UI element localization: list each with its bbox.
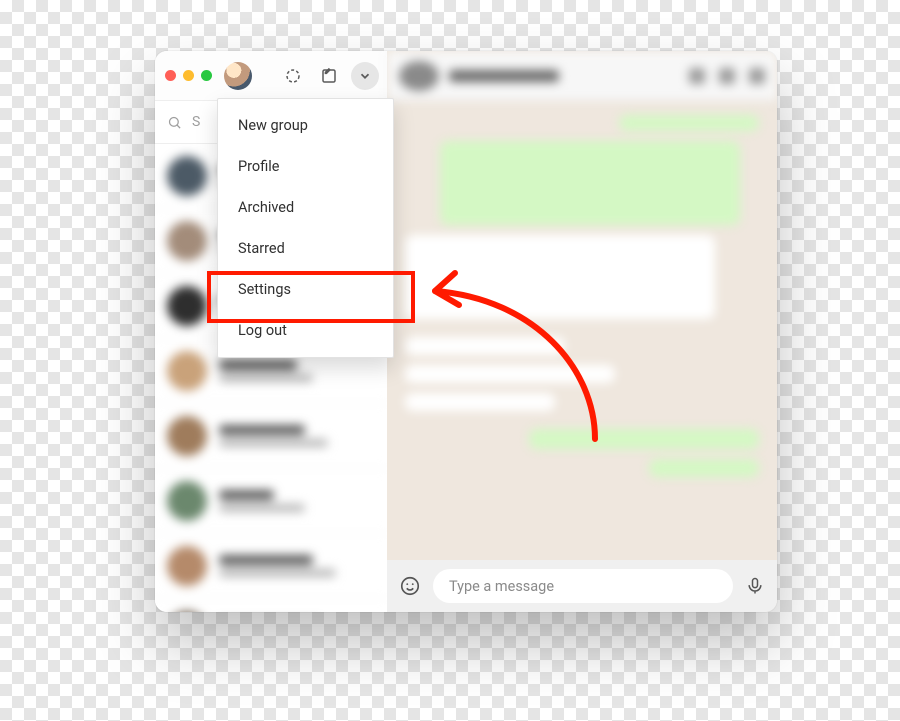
menu-item-new-group[interactable]: New group (218, 105, 393, 146)
message-placeholder: Type a message (449, 578, 554, 595)
chat-avatar (167, 351, 207, 391)
message-in (405, 235, 715, 319)
messages-area (387, 101, 777, 560)
chat-row[interactable] (155, 404, 387, 469)
window-maximize-button[interactable] (201, 70, 212, 81)
header-menu-icon[interactable] (749, 68, 765, 84)
menu-item-starred[interactable]: Starred (218, 228, 393, 269)
status-icon[interactable] (279, 62, 307, 90)
chat-avatar (167, 286, 207, 326)
checkerboard-bg: S (0, 0, 900, 721)
conversation-pane: Type a message (387, 51, 777, 612)
emoji-icon[interactable] (399, 575, 421, 597)
conversation-title (449, 70, 559, 82)
app-window: S (155, 51, 777, 612)
menu-button[interactable] (351, 62, 379, 90)
conversation-header (387, 51, 777, 101)
chat-row[interactable] (155, 534, 387, 599)
chat-avatar (167, 611, 207, 612)
message-input[interactable]: Type a message (433, 569, 733, 603)
header-search-icon[interactable] (689, 68, 705, 84)
chat-row[interactable] (155, 469, 387, 534)
main-menu-dropdown: New group Profile Archived Starred Setti… (217, 98, 394, 358)
window-controls (165, 70, 212, 81)
message-out (440, 141, 740, 225)
sidebar-header (155, 51, 387, 101)
search-placeholder: S (192, 114, 200, 130)
message-in (405, 365, 615, 383)
chat-row[interactable] (155, 599, 387, 612)
user-avatar[interactable] (224, 62, 252, 90)
window-minimize-button[interactable] (183, 70, 194, 81)
new-chat-icon[interactable] (315, 62, 343, 90)
chat-avatar (167, 481, 207, 521)
menu-item-settings[interactable]: Settings (218, 269, 393, 310)
menu-item-archived[interactable]: Archived (218, 187, 393, 228)
composer: Type a message (387, 560, 777, 612)
chat-avatar (167, 156, 207, 196)
menu-item-log-out[interactable]: Log out (218, 310, 393, 351)
message-out (529, 429, 759, 449)
message-in (405, 393, 555, 411)
chat-avatar (167, 221, 207, 261)
message-in (405, 337, 565, 355)
message-out (619, 115, 759, 131)
window-close-button[interactable] (165, 70, 176, 81)
menu-item-profile[interactable]: Profile (218, 146, 393, 187)
message-out (649, 459, 759, 477)
header-attach-icon[interactable] (719, 68, 735, 84)
chat-avatar (167, 416, 207, 456)
search-icon (167, 115, 182, 130)
chat-avatar (167, 546, 207, 586)
conversation-avatar[interactable] (399, 61, 439, 91)
mic-icon[interactable] (745, 576, 765, 596)
